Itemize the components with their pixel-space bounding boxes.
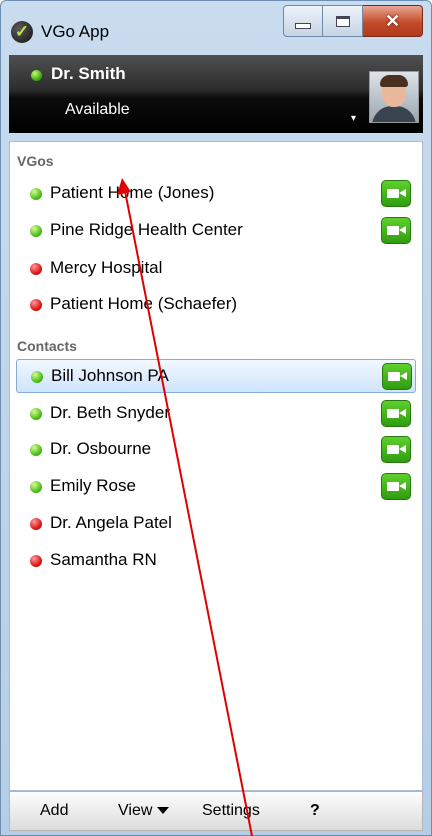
view-menu[interactable]: View bbox=[118, 802, 170, 820]
vgo-row[interactable]: Patient Home (Jones) bbox=[16, 177, 416, 211]
offline-status-icon bbox=[30, 263, 42, 275]
close-button[interactable]: ✕ bbox=[363, 5, 423, 37]
online-status-icon bbox=[30, 225, 42, 237]
vgo-name: Patient Home (Schaefer) bbox=[50, 294, 238, 313]
bottom-menu-bar: Add View Settings ? bbox=[9, 791, 423, 831]
user-status-header[interactable]: Dr. Smith Available ▾ bbox=[9, 55, 423, 133]
offline-status-icon bbox=[30, 518, 42, 530]
online-status-icon bbox=[31, 371, 43, 383]
vgo-name: Mercy Hospital bbox=[50, 258, 163, 277]
title-bar[interactable]: ✓ VGo App ✕ bbox=[1, 1, 431, 51]
close-icon: ✕ bbox=[384, 10, 401, 31]
video-call-button[interactable] bbox=[381, 400, 411, 427]
status-dropdown-icon[interactable]: ▾ bbox=[351, 113, 356, 124]
contact-name: Emily Rose bbox=[50, 476, 136, 495]
vgo-name: Pine Ridge Health Center bbox=[50, 220, 243, 239]
video-camera-icon bbox=[387, 189, 399, 198]
contact-name: Dr. Beth Snyder bbox=[50, 403, 171, 422]
vgos-group-header: VGos bbox=[17, 153, 54, 169]
window-controls: ✕ bbox=[283, 5, 423, 37]
offline-status-icon bbox=[30, 555, 42, 567]
vgo-logo-icon: ✓ bbox=[11, 21, 33, 43]
contact-name: Dr. Angela Patel bbox=[50, 513, 172, 532]
offline-status-icon bbox=[30, 299, 42, 311]
contact-row[interactable]: Emily Rose bbox=[16, 470, 416, 504]
video-call-button[interactable] bbox=[381, 217, 411, 244]
online-status-icon bbox=[30, 444, 42, 456]
video-call-button[interactable] bbox=[381, 473, 411, 500]
online-status-icon bbox=[30, 188, 42, 200]
avatar[interactable] bbox=[369, 71, 419, 123]
contact-row[interactable]: Dr. Beth Snyder bbox=[16, 397, 416, 431]
video-camera-icon bbox=[387, 409, 399, 418]
user-name: Dr. Smith bbox=[51, 64, 126, 83]
contacts-group-header: Contacts bbox=[17, 338, 77, 354]
settings-menu[interactable]: Settings bbox=[202, 802, 260, 820]
contact-row-selected[interactable]: Bill Johnson PA bbox=[16, 359, 416, 393]
user-status-text[interactable]: Available bbox=[65, 101, 130, 119]
contact-name: Dr. Osbourne bbox=[50, 439, 152, 458]
video-call-button[interactable] bbox=[381, 436, 411, 463]
help-button[interactable]: ? bbox=[310, 802, 320, 820]
video-camera-icon bbox=[387, 226, 399, 235]
user-presence-dot bbox=[31, 70, 42, 81]
chevron-down-icon bbox=[157, 807, 170, 815]
video-call-button[interactable] bbox=[381, 180, 411, 207]
maximize-button[interactable] bbox=[323, 5, 363, 37]
minimize-icon bbox=[295, 23, 311, 29]
vgo-row[interactable]: Pine Ridge Health Center bbox=[16, 214, 416, 248]
video-camera-icon bbox=[388, 372, 400, 381]
online-status-icon bbox=[30, 481, 42, 493]
vgo-row[interactable]: Mercy Hospital bbox=[16, 252, 416, 286]
add-menu[interactable]: Add bbox=[40, 802, 68, 820]
online-status-icon bbox=[30, 408, 42, 420]
contact-row[interactable]: Dr. Angela Patel bbox=[16, 507, 416, 541]
vgo-name: Patient Home (Jones) bbox=[50, 183, 215, 202]
minimize-button[interactable] bbox=[283, 5, 323, 37]
contact-list-pane: VGos Patient Home (Jones) Pine Ridge Hea… bbox=[9, 141, 423, 791]
vgo-row[interactable]: Patient Home (Schaefer) bbox=[16, 288, 416, 322]
contact-row[interactable]: Dr. Osbourne bbox=[16, 433, 416, 467]
contact-name: Samantha RN bbox=[50, 550, 157, 569]
contact-name: Bill Johnson PA bbox=[51, 366, 169, 385]
video-call-button[interactable] bbox=[382, 363, 412, 390]
maximize-icon bbox=[335, 15, 350, 27]
window-title: VGo App bbox=[41, 22, 110, 41]
video-camera-icon bbox=[387, 445, 399, 454]
video-camera-icon bbox=[387, 482, 399, 491]
contact-row[interactable]: Samantha RN bbox=[16, 544, 416, 578]
view-menu-label: View bbox=[118, 802, 153, 819]
vgo-app-window: ✓ VGo App ✕ Dr. Smith Available ▾ VGos P… bbox=[0, 0, 432, 836]
